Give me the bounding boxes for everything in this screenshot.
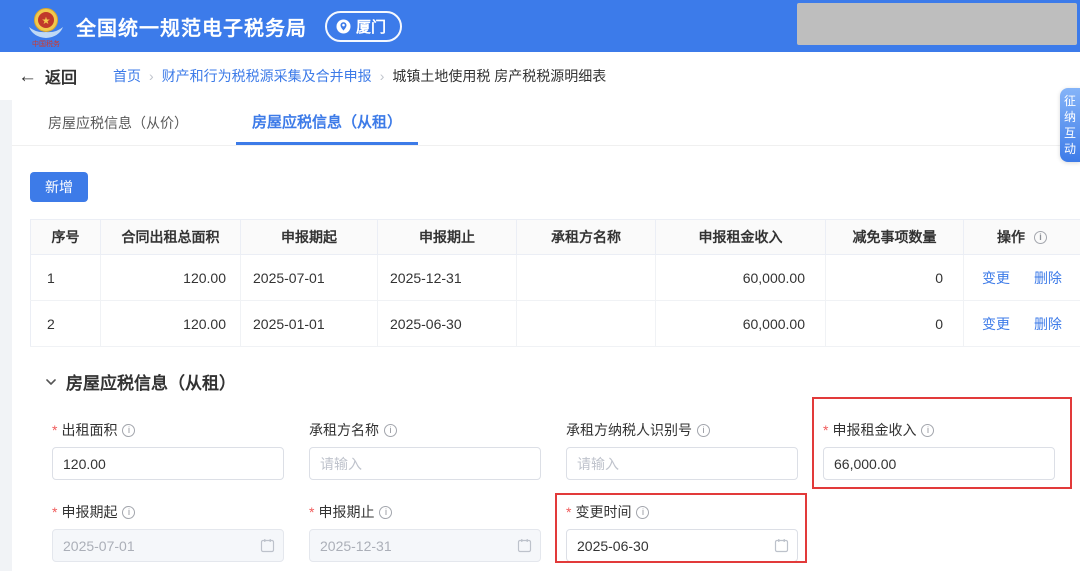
info-icon[interactable]	[122, 506, 135, 519]
lessee-name-input[interactable]	[309, 447, 541, 480]
breadcrumb-collection[interactable]: 财产和行为税税源采集及合并申报	[162, 66, 372, 86]
required-asterisk: *	[823, 422, 828, 438]
lessee-tax-id-input[interactable]	[566, 447, 798, 480]
chevron-down-icon	[45, 376, 57, 388]
col-area: 合同出租总面积	[101, 220, 241, 255]
field-change-date: * 变更时间	[566, 502, 798, 562]
field-label: 承租方名称	[309, 420, 541, 440]
col-start: 申报期起	[241, 220, 378, 255]
cell-actions: 变更 删除	[964, 255, 1080, 301]
page: ★ 中国税务 全国统一规范电子税务局 厦门 ← 返回 首页 › 财产和行为税税源…	[0, 0, 1080, 571]
change-date-input[interactable]	[566, 529, 798, 562]
interaction-widget[interactable]: 征纳互动	[1060, 88, 1080, 162]
table-row: 2 120.00 2025-01-01 2025-06-30 60,000.00…	[31, 301, 1080, 347]
rent-table: 序号 合同出租总面积 申报期起 申报期止 承租方名称 申报租金收入 减免事项数量…	[30, 219, 1080, 347]
declared-rent-input[interactable]	[823, 447, 1055, 480]
cell-lessee	[517, 301, 656, 347]
required-asterisk: *	[52, 422, 57, 438]
cell-exempt: 0	[826, 255, 964, 301]
change-link[interactable]: 变更	[982, 316, 1010, 332]
cell-end: 2025-12-31	[378, 255, 517, 301]
field-label: * 申报期止	[309, 502, 541, 522]
col-lessee: 承租方名称	[517, 220, 656, 255]
field-lessee-name: 承租方名称	[309, 420, 541, 480]
content-card: 房屋应税信息（从价） 房屋应税信息（从租） 新增 序号 合同出租总面积 申报期起…	[12, 100, 1080, 571]
col-exempt: 减免事项数量	[826, 220, 964, 255]
breadcrumb-separator: ›	[380, 68, 385, 84]
back-arrow-icon: ←	[18, 67, 37, 86]
breadcrumb: 首页 › 财产和行为税税源采集及合并申报 › 城镇土地使用税 房产税税源明细表	[113, 66, 606, 86]
info-icon[interactable]	[636, 506, 649, 519]
breadcrumb-separator: ›	[149, 68, 154, 84]
cell-exempt: 0	[826, 301, 964, 347]
field-label: * 申报租金收入	[823, 420, 1055, 440]
cell-end: 2025-06-30	[378, 301, 517, 347]
field-period-start: * 申报期起	[52, 502, 284, 562]
back-button[interactable]: ← 返回	[18, 64, 77, 88]
field-empty	[823, 502, 1055, 562]
back-label: 返回	[45, 64, 77, 88]
col-action: 操作	[964, 220, 1080, 255]
field-label: * 申报期起	[52, 502, 284, 522]
table-header-row: 序号 合同出租总面积 申报期起 申报期止 承租方名称 申报租金收入 减免事项数量…	[31, 220, 1080, 255]
info-icon[interactable]	[921, 424, 934, 437]
field-period-end: * 申报期止	[309, 502, 541, 562]
page-gutter	[0, 100, 12, 571]
breadcrumb-home[interactable]: 首页	[113, 66, 141, 86]
rent-area-input[interactable]	[52, 447, 284, 480]
col-end: 申报期止	[378, 220, 517, 255]
section-header[interactable]: 房屋应税信息（从租）	[45, 369, 1080, 394]
info-icon[interactable]	[122, 424, 135, 437]
field-label: 承租方纳税人识别号	[566, 420, 798, 440]
period-start-input	[52, 529, 284, 562]
location-badge[interactable]: 厦门	[325, 11, 402, 42]
period-end-input	[309, 529, 541, 562]
field-label: * 变更时间	[566, 502, 798, 522]
field-declared-rent: * 申报租金收入	[823, 420, 1055, 480]
svg-text:中国税务: 中国税务	[32, 39, 60, 47]
location-label: 厦门	[356, 16, 386, 37]
cell-seq: 1	[31, 255, 101, 301]
section-title: 房屋应税信息（从租）	[66, 369, 236, 394]
rent-form: * 出租面积 承租方名称 承租方纳税人识别号 *	[52, 420, 1080, 562]
table-row: 1 120.00 2025-07-01 2025-12-31 60,000.00…	[31, 255, 1080, 301]
info-icon[interactable]	[379, 506, 392, 519]
tab-bar: 房屋应税信息（从价） 房屋应税信息（从租）	[12, 100, 1080, 146]
breadcrumb-current: 城镇土地使用税 房产税税源明细表	[392, 66, 606, 86]
required-asterisk: *	[566, 504, 571, 520]
cell-seq: 2	[31, 301, 101, 347]
app-header: ★ 中国税务 全国统一规范电子税务局 厦门	[0, 0, 1080, 52]
field-lessee-tax-id: 承租方纳税人识别号	[566, 420, 798, 480]
required-asterisk: *	[309, 504, 314, 520]
tab-from-rent[interactable]: 房屋应税信息（从租）	[236, 100, 418, 145]
add-button[interactable]: 新增	[30, 172, 88, 202]
delete-link[interactable]: 删除	[1034, 316, 1062, 332]
location-pin-icon	[336, 19, 351, 34]
info-icon[interactable]	[384, 424, 397, 437]
cell-rent: 60,000.00	[656, 255, 826, 301]
app-title: 全国统一规范电子税务局	[76, 12, 307, 41]
cell-start: 2025-01-01	[241, 301, 378, 347]
info-icon[interactable]	[697, 424, 710, 437]
field-label: * 出租面积	[52, 420, 284, 440]
breadcrumb-bar: ← 返回 首页 › 财产和行为税税源采集及合并申报 › 城镇土地使用税 房产税税…	[0, 52, 1080, 100]
delete-link[interactable]: 删除	[1034, 270, 1062, 286]
cell-area: 120.00	[101, 301, 241, 347]
tab-ad-valorem[interactable]: 房屋应税信息（从价）	[42, 100, 194, 145]
cell-area: 120.00	[101, 255, 241, 301]
info-icon[interactable]	[1034, 231, 1047, 244]
redaction-overlay	[797, 3, 1077, 45]
svg-text:★: ★	[42, 16, 51, 27]
required-asterisk: *	[52, 504, 57, 520]
cell-actions: 变更 删除	[964, 301, 1080, 347]
cell-start: 2025-07-01	[241, 255, 378, 301]
cell-rent: 60,000.00	[656, 301, 826, 347]
col-seq: 序号	[31, 220, 101, 255]
change-link[interactable]: 变更	[982, 270, 1010, 286]
col-rent: 申报租金收入	[656, 220, 826, 255]
cell-lessee	[517, 255, 656, 301]
field-rent-area: * 出租面积	[52, 420, 284, 480]
tax-emblem-logo: ★ 中国税务	[26, 5, 66, 47]
